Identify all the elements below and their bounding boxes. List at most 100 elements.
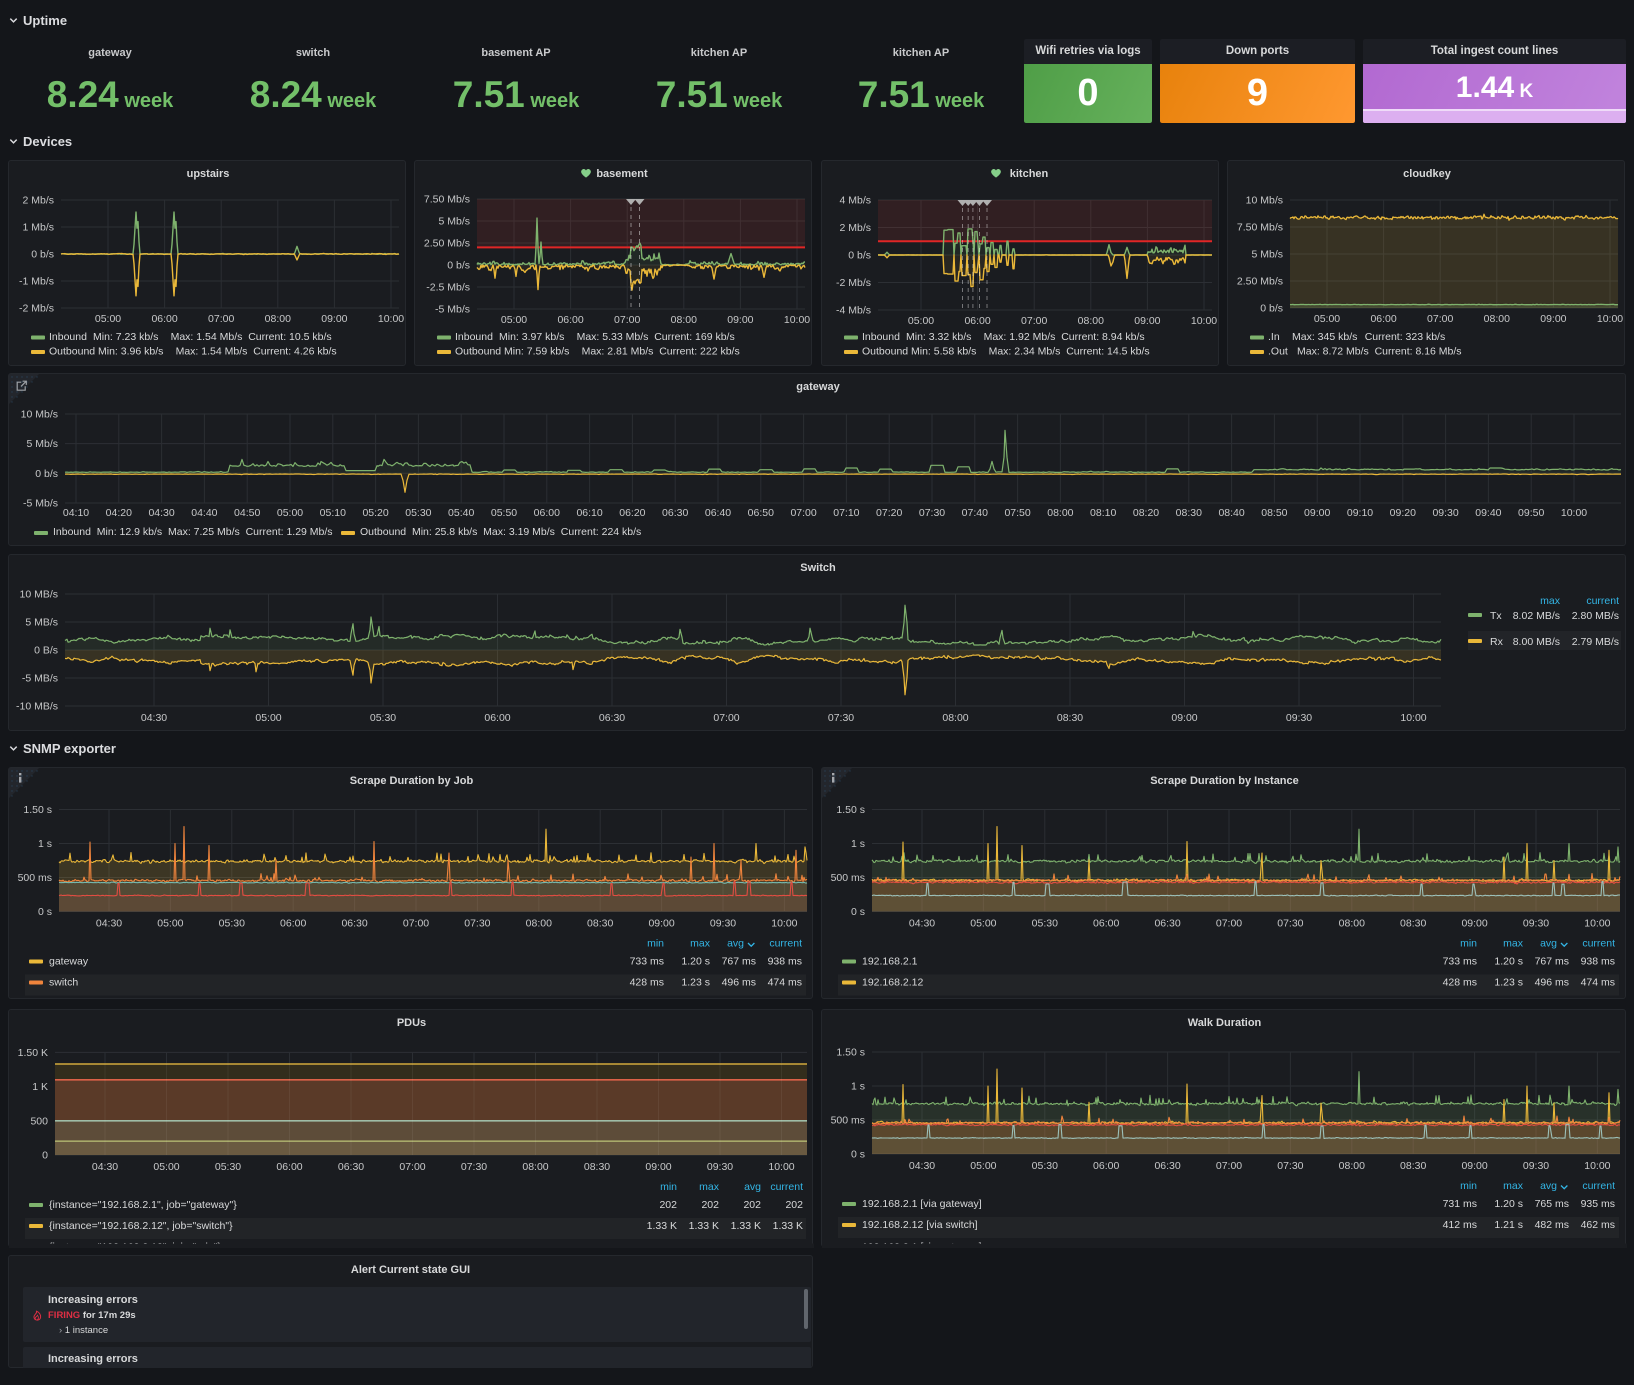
- svg-text:Min: 7.23 kb/s: Min: 7.23 kb/s: [93, 331, 158, 343]
- svg-text:09:00: 09:00: [645, 1161, 671, 1173]
- svg-text:06:30: 06:30: [1154, 1160, 1180, 1172]
- svg-text:max: max: [1540, 595, 1561, 607]
- svg-text:avg: avg: [744, 1181, 761, 1193]
- svg-text:09:20: 09:20: [1390, 507, 1416, 519]
- svg-text:08:40: 08:40: [1218, 507, 1244, 519]
- svg-text:08:00: 08:00: [522, 1161, 548, 1173]
- svg-text:10:00: 10:00: [1400, 712, 1426, 724]
- svg-text:06:00: 06:00: [1093, 918, 1119, 930]
- svg-text:09:30: 09:30: [1523, 918, 1549, 930]
- svg-text:07:20: 07:20: [876, 507, 902, 519]
- svg-text:09:00: 09:00: [1134, 315, 1160, 327]
- svg-text:max: max: [1503, 1180, 1524, 1192]
- svg-text:733 ms: 733 ms: [1443, 956, 1477, 968]
- svg-text:10:00: 10:00: [1597, 313, 1623, 325]
- svg-text:10:00: 10:00: [1191, 315, 1217, 327]
- svg-text:-5 Mb/s: -5 Mb/s: [435, 304, 470, 316]
- svg-text:06:30: 06:30: [1154, 918, 1180, 930]
- svg-text:04:30: 04:30: [141, 712, 167, 724]
- svg-text:Switch: Switch: [800, 562, 836, 574]
- svg-text:07:00: 07:00: [1216, 1160, 1242, 1172]
- svg-text:05:00: 05:00: [1314, 313, 1340, 325]
- svg-text:07:00: 07:00: [614, 314, 640, 326]
- svg-text:Max: 1.54 Mb/s: Max: 1.54 Mb/s: [171, 331, 243, 343]
- svg-text:08:30: 08:30: [1057, 712, 1083, 724]
- svg-text:Max: 1.92 Mb/s: Max: 1.92 Mb/s: [984, 331, 1056, 343]
- svg-text:-5 Mb/s: -5 Mb/s: [23, 498, 58, 510]
- svg-text:PDUs: PDUs: [397, 1017, 426, 1029]
- svg-text:10:00: 10:00: [378, 313, 404, 325]
- svg-text:Current: 323 kb/s: Current: 323 kb/s: [1365, 331, 1446, 343]
- svg-text:09:00: 09:00: [1304, 507, 1330, 519]
- svg-text:Max: 345 kb/s: Max: 345 kb/s: [1292, 331, 1357, 343]
- svg-text:1.33 K: 1.33 K: [773, 1220, 803, 1232]
- svg-text:0 b/s: 0 b/s: [848, 250, 871, 262]
- svg-text:05:20: 05:20: [362, 507, 388, 519]
- svg-text:5 Mb/s: 5 Mb/s: [26, 438, 58, 450]
- svg-text:06:40: 06:40: [705, 507, 731, 519]
- svg-text:Max: 2.34 Mb/s: Max: 2.34 Mb/s: [989, 346, 1061, 358]
- svg-text:Current: 10.5 kb/s: Current: 10.5 kb/s: [248, 331, 331, 343]
- svg-text:upstairs: upstairs: [187, 168, 230, 180]
- svg-text:Max: 5.33 Mb/s: Max: 5.33 Mb/s: [577, 331, 649, 343]
- svg-text:428 ms: 428 ms: [1443, 977, 1477, 989]
- svg-text:474 ms: 474 ms: [1581, 977, 1615, 989]
- svg-text:09:00: 09:00: [1171, 712, 1197, 724]
- svg-text:Outbound: Outbound: [862, 346, 908, 358]
- svg-text:07:00: 07:00: [1216, 918, 1242, 930]
- svg-text:09:30: 09:30: [710, 918, 736, 930]
- svg-text:05:00: 05:00: [908, 315, 934, 327]
- svg-text:2.80 MB/s: 2.80 MB/s: [1572, 610, 1619, 622]
- svg-text:10:00: 10:00: [784, 314, 810, 326]
- svg-text:06:30: 06:30: [662, 507, 688, 519]
- svg-text:1.33 K: 1.33 K: [731, 1220, 761, 1232]
- svg-text:Min: 3.97 kb/s: Min: 3.97 kb/s: [499, 331, 564, 343]
- svg-text:08:00: 08:00: [671, 314, 697, 326]
- svg-text:767 ms: 767 ms: [722, 956, 756, 968]
- svg-text:-1 Mb/s: -1 Mb/s: [19, 276, 54, 288]
- svg-text:202: 202: [743, 1199, 761, 1211]
- svg-text:Rx: Rx: [1490, 636, 1504, 648]
- svg-text:428 ms: 428 ms: [630, 977, 664, 989]
- svg-text:8.02 MB/s: 8.02 MB/s: [1513, 610, 1560, 622]
- svg-text:Outbound: Outbound: [455, 346, 501, 358]
- svg-text:.In: .In: [1268, 331, 1280, 343]
- svg-text:1 Mb/s: 1 Mb/s: [22, 222, 54, 234]
- svg-text:04:30: 04:30: [909, 918, 935, 930]
- svg-text:09:10: 09:10: [1347, 507, 1373, 519]
- svg-text:07:00: 07:00: [208, 313, 234, 325]
- svg-text:06:00: 06:00: [276, 1161, 302, 1173]
- svg-text:07:30: 07:30: [1277, 918, 1303, 930]
- svg-text:192.168.2.12 [via switch]: 192.168.2.12 [via switch]: [862, 1219, 978, 1231]
- svg-text:-10 MB/s: -10 MB/s: [16, 701, 58, 713]
- svg-text:8.00 MB/s: 8.00 MB/s: [1513, 636, 1560, 648]
- svg-text:10 Mb/s: 10 Mb/s: [21, 409, 58, 421]
- svg-text:1 s: 1 s: [851, 838, 865, 850]
- svg-text:Min: 7.59 kb/s: Min: 7.59 kb/s: [504, 346, 569, 358]
- svg-text:05:00: 05:00: [255, 712, 281, 724]
- svg-text:Tx: Tx: [1490, 610, 1502, 622]
- svg-text:0 b/s: 0 b/s: [447, 260, 470, 272]
- svg-text:current: current: [1582, 1180, 1615, 1192]
- svg-text:192.168.2.1: 192.168.2.1: [862, 956, 918, 968]
- svg-text:09:00: 09:00: [727, 314, 753, 326]
- svg-text:7.50 Mb/s: 7.50 Mb/s: [424, 194, 470, 206]
- svg-text:202: 202: [701, 1199, 719, 1211]
- svg-text:412 ms: 412 ms: [1443, 1219, 1477, 1231]
- svg-text:07:00: 07:00: [713, 712, 739, 724]
- svg-text:Min: 3.32 kb/s: Min: 3.32 kb/s: [906, 331, 971, 343]
- svg-text:1.33 K: 1.33 K: [647, 1220, 677, 1232]
- svg-text:avg: avg: [1540, 938, 1557, 950]
- svg-text:Scrape Duration by Instance: Scrape Duration by Instance: [1150, 775, 1299, 787]
- svg-text:0 s: 0 s: [38, 906, 52, 918]
- svg-text:10:00: 10:00: [1584, 918, 1610, 930]
- svg-text:07:00: 07:00: [403, 918, 429, 930]
- svg-text:05:50: 05:50: [491, 507, 517, 519]
- svg-text:5 Mb/s: 5 Mb/s: [1251, 249, 1283, 261]
- svg-text:1.23 s: 1.23 s: [681, 977, 710, 989]
- svg-text:-2.5 Mb/s: -2.5 Mb/s: [426, 282, 470, 294]
- svg-text:04:40: 04:40: [191, 507, 217, 519]
- svg-text:0 b/s: 0 b/s: [35, 468, 58, 480]
- svg-text:gateway: gateway: [796, 381, 840, 393]
- svg-text:09:40: 09:40: [1475, 507, 1501, 519]
